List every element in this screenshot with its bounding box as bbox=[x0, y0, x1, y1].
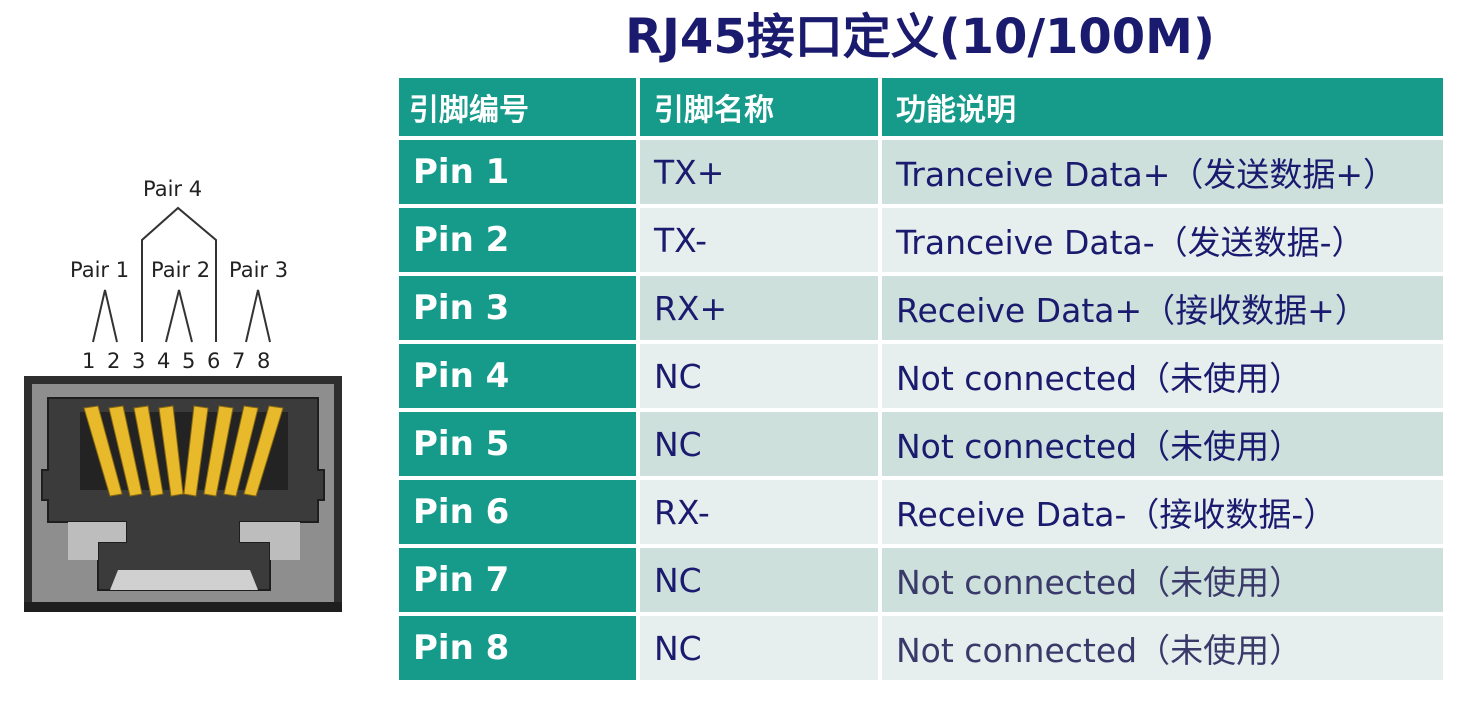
table-row: Pin 2 TX- Tranceive Data-（发送数据-） bbox=[395, 204, 1447, 276]
pin-number: 7 bbox=[232, 349, 245, 373]
pin-desc-cell: Not connected（未使用） bbox=[878, 340, 1447, 412]
pin-id-cell: Pin 1 bbox=[395, 136, 640, 208]
pin-name-cell: NC bbox=[636, 544, 882, 616]
pin-name-cell: TX+ bbox=[636, 136, 882, 208]
page-title: RJ45接口定义(10/100M) bbox=[625, 9, 1215, 65]
pin-id-cell: Pin 2 bbox=[395, 204, 640, 276]
pin-number-row: 1 2 3 4 5 6 7 8 bbox=[82, 349, 270, 373]
pin-number: 1 bbox=[82, 349, 95, 373]
header-pin-name: 引脚名称 bbox=[636, 74, 882, 140]
pin-id-cell: Pin 4 bbox=[395, 340, 640, 412]
pin-desc-cell: Not connected（未使用） bbox=[878, 408, 1447, 480]
pair1-label: Pair 1 bbox=[70, 258, 129, 282]
pin-name-cell: NC bbox=[636, 408, 882, 480]
table-row: Pin 3 RX+ Receive Data+（接收数据+） bbox=[395, 272, 1447, 344]
pin-desc-cell: Not connected（未使用） bbox=[878, 612, 1447, 684]
table-row: Pin 4 NC Not connected（未使用） bbox=[395, 340, 1447, 412]
table-row: Pin 5 NC Not connected（未使用） bbox=[395, 408, 1447, 480]
pair4-label: Pair 4 bbox=[143, 177, 202, 201]
pin-name-cell: TX- bbox=[636, 204, 882, 276]
pin-number: 6 bbox=[207, 349, 220, 373]
pin-name-cell: NC bbox=[636, 340, 882, 412]
pin-desc-cell: Not connected（未使用） bbox=[878, 544, 1447, 616]
pin-name-cell: NC bbox=[636, 612, 882, 684]
pin-id-cell: Pin 6 bbox=[395, 476, 640, 548]
pin-number: 4 bbox=[157, 349, 170, 373]
table-header-row: 引脚编号 引脚名称 功能说明 bbox=[395, 74, 1447, 140]
pair3-label: Pair 3 bbox=[229, 258, 288, 282]
pin-number: 8 bbox=[257, 349, 270, 373]
pair2-label: Pair 2 bbox=[151, 258, 210, 282]
pin-desc-cell: Receive Data-（接收数据-） bbox=[878, 476, 1447, 548]
header-pin-number: 引脚编号 bbox=[395, 74, 640, 140]
pin-id-cell: Pin 5 bbox=[395, 408, 640, 480]
pin-desc-cell: Tranceive Data+（发送数据+） bbox=[878, 136, 1447, 208]
pin-name-cell: RX- bbox=[636, 476, 882, 548]
pin-id-cell: Pin 7 bbox=[395, 544, 640, 616]
table-row: Pin 6 RX- Receive Data-（接收数据-） bbox=[395, 476, 1447, 548]
pin-number: 5 bbox=[182, 349, 195, 373]
pin-desc-cell: Tranceive Data-（发送数据-） bbox=[878, 204, 1447, 276]
table-row: Pin 8 NC Not connected（未使用） bbox=[395, 612, 1447, 684]
table-row: Pin 1 TX+ Tranceive Data+（发送数据+） bbox=[395, 136, 1447, 208]
header-function: 功能说明 bbox=[878, 74, 1447, 140]
pin-number: 2 bbox=[107, 349, 120, 373]
pin-id-cell: Pin 8 bbox=[395, 612, 640, 684]
rj45-jack-diagram: Pair 4 Pair 1 Pair 2 Pair 3 1 2 3 4 5 6 … bbox=[18, 150, 358, 630]
pin-name-cell: RX+ bbox=[636, 272, 882, 344]
pin-desc-cell: Receive Data+（接收数据+） bbox=[878, 272, 1447, 344]
pin-definition-table: 引脚编号 引脚名称 功能说明 Pin 1 TX+ Tranceive Data+… bbox=[395, 74, 1447, 684]
table-row: Pin 7 NC Not connected（未使用） bbox=[395, 544, 1447, 616]
pin-number: 3 bbox=[132, 349, 145, 373]
pin-id-cell: Pin 3 bbox=[395, 272, 640, 344]
